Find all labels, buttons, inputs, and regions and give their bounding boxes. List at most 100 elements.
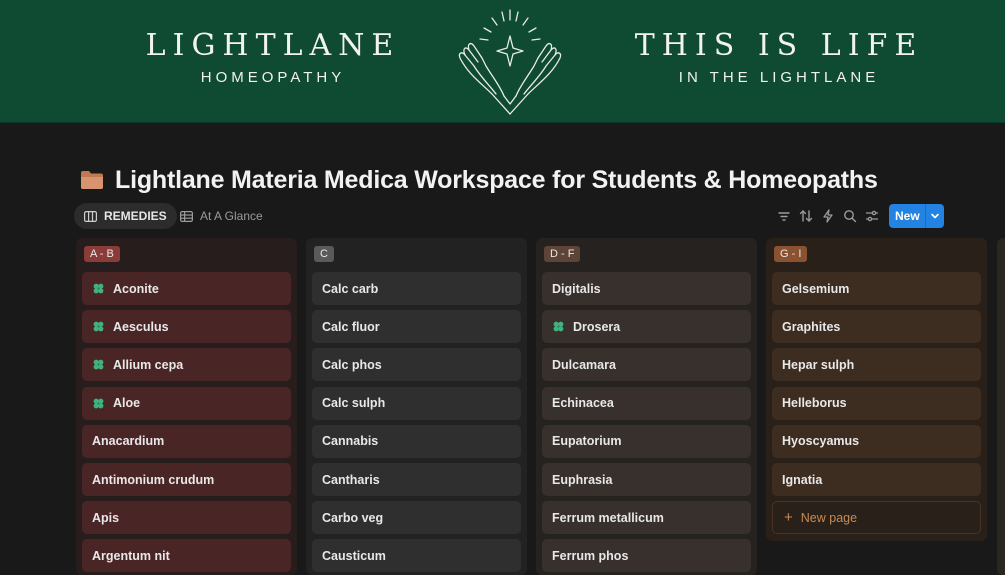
hands-star-logo-icon xyxy=(458,9,562,115)
board-column: A - B Aconite Aesculus Allium cepa Aloe Anaca… xyxy=(76,238,297,575)
brand-name: LIGHTLANE xyxy=(145,28,401,63)
card-title: Aesculus xyxy=(113,319,169,334)
board-card[interactable]: Echinacea xyxy=(542,386,751,420)
board-card[interactable]: Calc fluor xyxy=(312,310,521,344)
board-card[interactable]: Anacardium xyxy=(82,424,291,458)
sort-icon[interactable] xyxy=(798,208,814,224)
tab-at-a-glance[interactable]: At A Glance xyxy=(170,203,273,229)
board-card[interactable]: Carbo veg xyxy=(312,501,521,535)
board-card[interactable]: Ignatia xyxy=(772,463,981,496)
board-column: G - I Gelsemium Graphites Hepar sulph Helleb… xyxy=(766,238,987,542)
clover-icon xyxy=(93,398,104,408)
tab-label: REMEDIES xyxy=(104,209,167,223)
card-title: Ferrum phos xyxy=(552,548,629,563)
board-card[interactable]: Drosera xyxy=(542,310,751,344)
brand-right: THIS IS LIFE IN THE LIGHTLANE xyxy=(618,28,940,86)
card-title: Apis xyxy=(92,510,120,525)
automation-bolt-icon[interactable] xyxy=(820,208,836,224)
board-card[interactable]: Ferrum metallicum xyxy=(542,501,751,535)
card-title: Anacardium xyxy=(92,434,165,449)
clover-icon xyxy=(553,321,564,332)
new-dropdown-toggle[interactable] xyxy=(926,211,944,221)
tab-label: At A Glance xyxy=(200,209,263,223)
clover-icon xyxy=(93,359,104,370)
chevron-down-icon xyxy=(931,213,939,219)
card-title: Echinacea xyxy=(552,396,614,411)
card-title: Hepar sulph xyxy=(782,357,855,372)
clover-icon xyxy=(93,321,104,332)
board-card[interactable]: Calc carb xyxy=(312,272,521,305)
card-title: Euphrasia xyxy=(552,472,613,487)
column-group-badge[interactable]: C xyxy=(314,246,334,262)
board-card[interactable]: Cantharis xyxy=(312,463,521,496)
card-title: Helleborus xyxy=(782,396,847,411)
board-card[interactable]: Dulcamara xyxy=(542,348,751,382)
card-title: Hyoscyamus xyxy=(782,434,860,449)
column-group-badge[interactable]: G - I xyxy=(774,246,808,262)
new-button[interactable]: New xyxy=(889,204,944,228)
tagline-main: THIS IS LIFE xyxy=(634,28,924,63)
board-card[interactable]: Eupatorium xyxy=(542,424,751,458)
board-card[interactable]: Allium cepa xyxy=(82,348,291,382)
card-title: Antimonium crudum xyxy=(92,472,215,487)
board-card[interactable]: Digitalis xyxy=(542,272,751,305)
card-title: Digitalis xyxy=(552,281,601,296)
card-title: Calc sulph xyxy=(322,396,386,411)
board-card[interactable]: Hyoscyamus xyxy=(772,424,981,458)
page-heading: Lightlane Materia Medica Workspace for S… xyxy=(80,163,878,197)
board-card[interactable]: Graphites xyxy=(772,310,981,344)
table-icon xyxy=(180,210,193,222)
card-title: Ignatia xyxy=(782,472,823,487)
folder-icon[interactable] xyxy=(80,170,104,190)
board-icon xyxy=(84,210,97,222)
board-card[interactable]: Euphrasia xyxy=(542,463,751,496)
board-card[interactable]: Calc sulph xyxy=(312,386,521,420)
search-icon[interactable] xyxy=(842,208,858,224)
board-card[interactable]: Aloe xyxy=(82,386,291,420)
card-title: Aloe xyxy=(113,396,141,411)
card-title: Causticum xyxy=(322,548,386,563)
board-card[interactable]: Apis xyxy=(82,501,291,535)
new-page-label: New page xyxy=(800,510,858,525)
board-card[interactable]: Gelsemium xyxy=(772,272,981,305)
tab-remedies[interactable]: REMEDIES xyxy=(74,203,177,229)
card-title: Dulcamara xyxy=(552,357,616,372)
brand-subtitle: HOMEOPATHY xyxy=(200,69,346,86)
card-title: Argentum nit xyxy=(92,548,170,563)
clover-icon xyxy=(93,283,104,294)
column-group-badge[interactable]: A - B xyxy=(84,246,120,262)
page-title[interactable]: Lightlane Materia Medica Workspace for S… xyxy=(115,166,878,195)
board-card[interactable]: Argentum nit xyxy=(82,539,291,573)
card-title: Cantharis xyxy=(322,472,380,487)
board-card[interactable]: Aesculus xyxy=(82,310,291,344)
board-card[interactable]: Cannabis xyxy=(312,424,521,458)
card-title: Calc carb xyxy=(322,281,379,296)
board-card[interactable]: Ferrum phos xyxy=(542,539,751,573)
new-button-label: New xyxy=(895,209,920,223)
board-card[interactable]: Hepar sulph xyxy=(772,348,981,382)
card-title: Aconite xyxy=(113,281,159,296)
view-settings-icon[interactable] xyxy=(864,208,880,224)
board-column: D - F Digitalis Drosera Dulcamara Echinacea E… xyxy=(536,238,757,575)
filter-icon[interactable] xyxy=(776,208,792,224)
board-card[interactable]: Antimonium crudum xyxy=(82,463,291,496)
header-banner: LIGHTLANE HOMEOPATHY THIS IS LIFE IN THE… xyxy=(0,0,1005,123)
card-title: Calc fluor xyxy=(322,319,380,334)
board-card[interactable]: Causticum xyxy=(312,539,521,573)
card-title: Cannabis xyxy=(322,434,379,449)
board-card[interactable]: Calc phos xyxy=(312,348,521,382)
card-title: Allium cepa xyxy=(113,357,184,372)
tagline-sub: IN THE LIGHTLANE xyxy=(678,69,880,86)
card-title: Carbo veg xyxy=(322,510,384,525)
brand-left: LIGHTLANE HOMEOPATHY xyxy=(128,28,418,86)
card-title: Calc phos xyxy=(322,357,382,372)
board-card[interactable]: Helleborus xyxy=(772,386,981,420)
plus-icon: + xyxy=(784,509,793,527)
new-page-button[interactable]: + New page xyxy=(772,501,981,535)
card-title: Gelsemium xyxy=(782,281,850,296)
board-card[interactable]: Aconite xyxy=(82,272,291,305)
column-group-badge[interactable]: D - F xyxy=(544,246,581,262)
card-title: Ferrum metallicum xyxy=(552,510,664,525)
view-toolbar: REMEDIES At A Glance New xyxy=(74,203,944,229)
card-title: Eupatorium xyxy=(552,434,622,449)
